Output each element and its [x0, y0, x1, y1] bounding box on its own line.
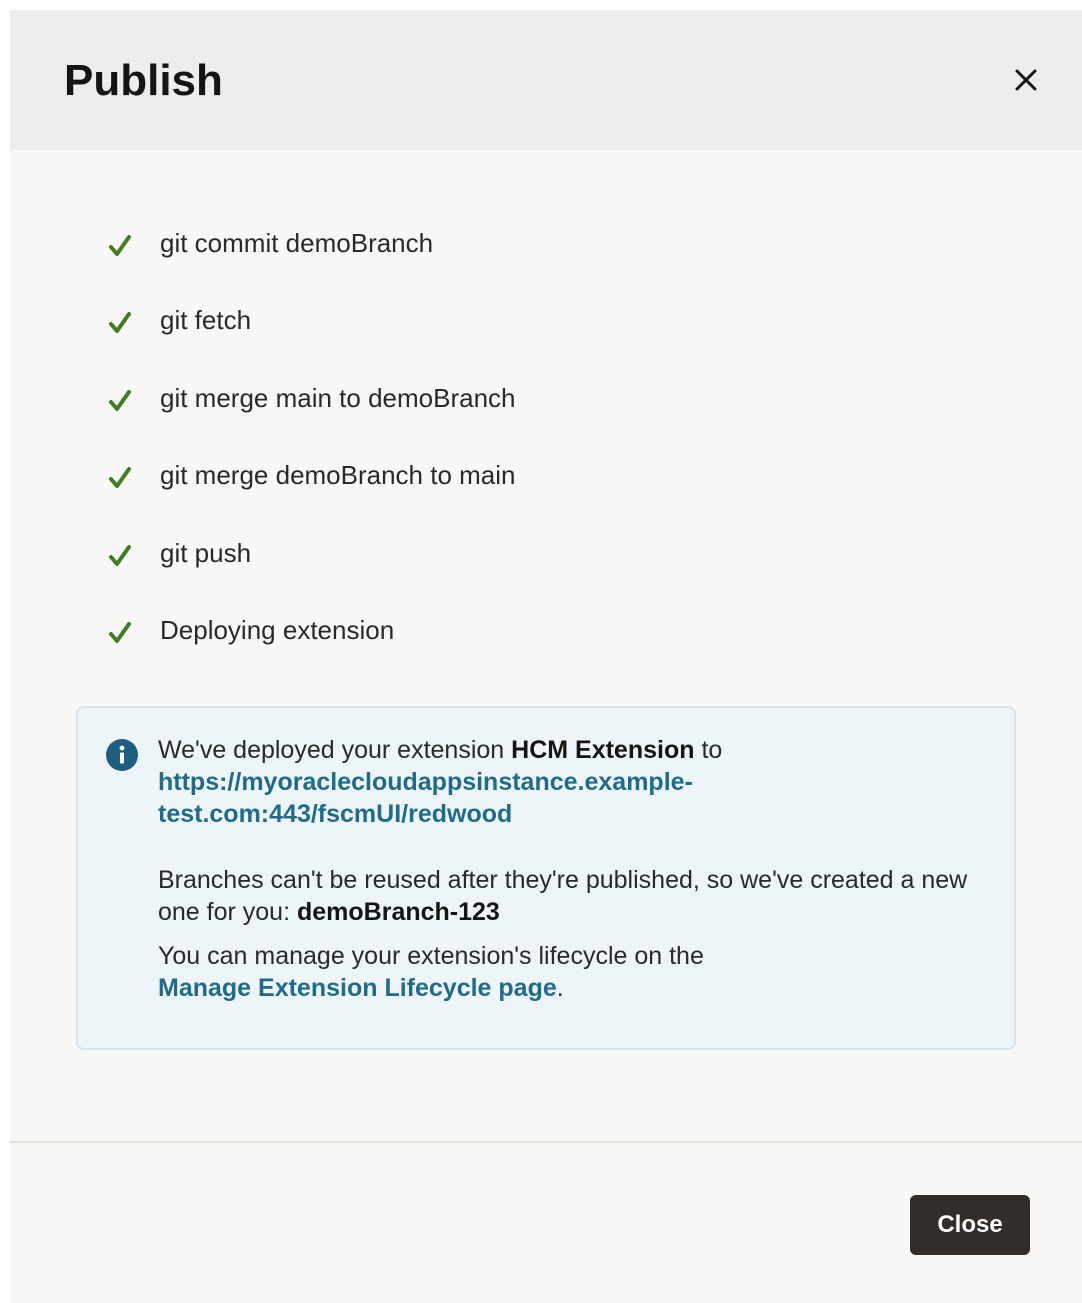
footer-divider	[10, 1141, 1082, 1143]
manage-text: You can manage your extension's lifecycl…	[158, 942, 704, 970]
publish-dialog: Publish git commit demoBranch git fetch …	[10, 10, 1082, 1303]
extension-name: HCM Extension	[511, 736, 695, 764]
deployed-suffix: to	[694, 736, 723, 764]
new-branch-name: demoBranch-123	[296, 898, 500, 926]
step-item: git push	[106, 530, 516, 607]
manage-message: You can manage your extension's lifecycl…	[158, 940, 988, 1004]
instance-url-line2: test.com:443/fscmUI/redwood	[158, 800, 513, 828]
step-label: git fetch	[160, 305, 252, 336]
step-item: git commit demoBranch	[106, 220, 516, 297]
step-label: git merge demoBranch to main	[160, 460, 516, 491]
step-label: git commit demoBranch	[160, 228, 434, 258]
dialog-title: Publish	[64, 56, 223, 105]
checkmark-icon	[109, 467, 131, 489]
close-icon-button[interactable]	[1006, 60, 1046, 100]
close-button[interactable]: Close	[910, 1195, 1030, 1255]
step-label: git merge main to demoBranch	[160, 382, 516, 413]
step-item: git merge main to demoBranch	[106, 375, 516, 452]
deployment-info-message: We've deployed your extension HCM Extens…	[76, 706, 1016, 1050]
instance-url-line1: https://myoraclecloudappsinstance.exampl…	[158, 768, 693, 796]
manage-lifecycle-link[interactable]: Manage Extension Lifecycle page	[158, 974, 557, 1002]
step-item: git merge demoBranch to main	[106, 452, 516, 529]
deployed-message: We've deployed your extension HCM Extens…	[158, 734, 988, 830]
instance-url-link[interactable]: https://myoraclecloudappsinstance.exampl…	[158, 768, 693, 828]
checkmark-icon	[109, 621, 131, 643]
close-icon	[1015, 69, 1037, 91]
checkmark-icon	[109, 312, 131, 334]
step-label: Deploying extension	[160, 614, 395, 645]
checkmark-icon	[109, 389, 131, 411]
step-list: git commit demoBranch git fetch git merg…	[106, 220, 516, 684]
dialog-header: Publish	[10, 10, 1082, 150]
step-item: Deploying extension	[106, 607, 516, 684]
manage-suffix: .	[556, 974, 564, 1002]
info-content: We've deployed your extension HCM Extens…	[158, 734, 988, 1004]
step-item: git fetch	[106, 297, 516, 374]
branch-text: Branches can't be reused after they're p…	[158, 866, 968, 926]
deployed-text: We've deployed your extension	[158, 736, 512, 764]
checkmark-icon	[109, 544, 131, 566]
checkmark-icon	[109, 235, 131, 256]
info-icon	[106, 739, 138, 771]
step-label: git push	[160, 537, 252, 568]
branch-message: Branches can't be reused after they're p…	[158, 864, 988, 928]
